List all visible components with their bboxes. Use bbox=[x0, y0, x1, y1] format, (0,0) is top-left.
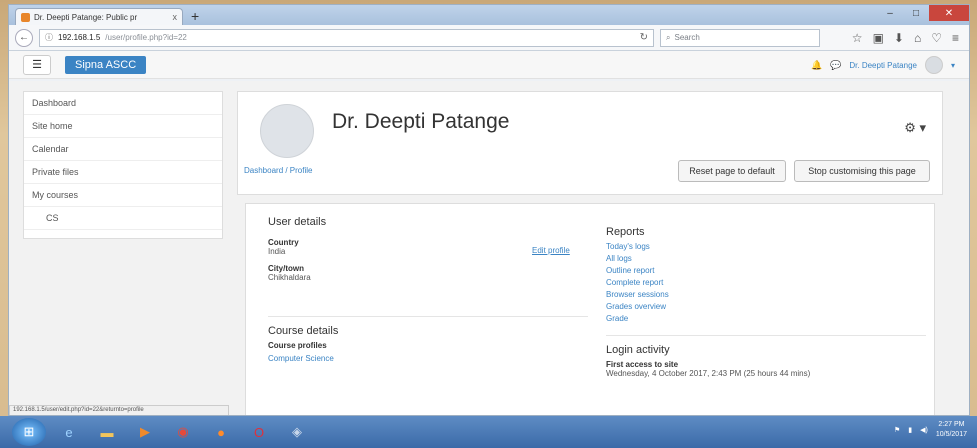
tab-profile[interactable]: Dr. Deepti Patange: Public pr x bbox=[15, 8, 183, 25]
report-link[interactable]: Today's logs bbox=[606, 242, 926, 251]
sidebar-item-calendar[interactable]: Calendar bbox=[24, 138, 222, 161]
tab-title: Dr. Deepti Patange: Public pr bbox=[34, 12, 138, 22]
taskbar: ⊞ e ▬ ▶ ◉ ● O ◈ ⚑ ▮ ◀) 2:27 PM 10/5/2017 bbox=[0, 416, 977, 448]
profile-picture bbox=[260, 104, 314, 158]
user-name[interactable]: Dr. Deepti Patange bbox=[849, 61, 917, 70]
media-player-icon[interactable]: ▶ bbox=[130, 420, 160, 444]
tab-close-icon[interactable]: x bbox=[173, 12, 178, 22]
firefox-icon[interactable]: ● bbox=[206, 420, 236, 444]
reports-title: Reports bbox=[606, 226, 645, 238]
download-icon[interactable]: ⬇ bbox=[894, 31, 904, 45]
volume-icon[interactable]: ◀) bbox=[920, 426, 928, 434]
tab-strip: Dr. Deepti Patange: Public pr x + – □ ✕ bbox=[9, 5, 969, 25]
divider bbox=[268, 316, 588, 317]
network-icon[interactable]: ▮ bbox=[908, 426, 912, 434]
page-title: Dr. Deepti Patange bbox=[332, 110, 510, 133]
report-link[interactable]: Grades overview bbox=[606, 302, 926, 311]
breadcrumb[interactable]: Dashboard / Profile bbox=[244, 166, 312, 175]
user-menu[interactable]: 🔔 💬 Dr. Deepti Patange ▾ bbox=[811, 56, 955, 74]
city-value: Chikhaldara bbox=[268, 273, 311, 282]
search-input[interactable]: ⌕ Search bbox=[660, 28, 820, 47]
user-details-title: User details bbox=[268, 216, 327, 228]
library-icon[interactable]: ▣ bbox=[873, 31, 884, 45]
flag-icon[interactable]: ⚑ bbox=[894, 426, 900, 434]
page-content: Dashboard Site home Calendar Private fil… bbox=[9, 81, 969, 415]
sidebar-item-private-files[interactable]: Private files bbox=[24, 161, 222, 184]
gear-icon[interactable]: ⚙ ▾ bbox=[904, 120, 926, 136]
search-placeholder: Search bbox=[674, 33, 700, 42]
notification-bell-icon[interactable]: 🔔 bbox=[811, 60, 822, 71]
avatar[interactable] bbox=[924, 56, 943, 74]
report-link[interactable]: Outline report bbox=[606, 266, 926, 275]
app-icon[interactable]: ◈ bbox=[282, 420, 312, 444]
sidebar-item-my-courses[interactable]: My courses bbox=[24, 184, 222, 207]
chevron-down-icon[interactable]: ▾ bbox=[951, 61, 955, 70]
site-header: ☰ Sipna ASCC 🔔 💬 Dr. Deepti Patange ▾ bbox=[9, 51, 969, 79]
minimize-icon[interactable]: – bbox=[877, 5, 903, 21]
sidebar-item-cs[interactable]: CS bbox=[24, 207, 222, 230]
nav-drawer-button[interactable]: ☰ bbox=[23, 54, 51, 75]
toolbar-icons: ☆ ▣ ⬇ ⌂ ♡ ≡ bbox=[852, 31, 963, 45]
nav-bar: ← ⓘ 192.168.1.5/user/profile.php?id=22 ↻… bbox=[9, 25, 969, 51]
search-icon: ⌕ bbox=[666, 32, 671, 42]
system-tray: ⚑ ▮ ◀) 2:27 PM 10/5/2017 bbox=[894, 420, 967, 440]
city-label: City/town bbox=[268, 264, 304, 273]
url-host: 192.168.1.5 bbox=[58, 33, 101, 42]
home-icon[interactable]: ⌂ bbox=[914, 31, 921, 45]
close-window-icon[interactable]: ✕ bbox=[929, 5, 969, 21]
ie-icon[interactable]: e bbox=[54, 420, 84, 444]
reset-page-button[interactable]: Reset page to default bbox=[678, 160, 786, 182]
maximize-icon[interactable]: □ bbox=[903, 5, 929, 21]
site-brand[interactable]: Sipna ASCC bbox=[65, 55, 147, 74]
chrome-icon[interactable]: ◉ bbox=[168, 420, 198, 444]
new-tab-button[interactable]: + bbox=[191, 8, 199, 25]
course-profiles-label: Course profiles bbox=[268, 341, 327, 350]
moodle-favicon-icon bbox=[21, 12, 30, 22]
clock-date: 10/5/2017 bbox=[935, 431, 967, 438]
browser-window: Dr. Deepti Patange: Public pr x + – □ ✕ … bbox=[8, 4, 970, 416]
status-bar: 192.168.1.5/user/edit.php?id=22&returnto… bbox=[9, 405, 229, 415]
edit-profile-link[interactable]: Edit profile bbox=[532, 246, 570, 255]
report-link[interactable]: Complete report bbox=[606, 278, 926, 287]
report-link[interactable]: Grade bbox=[606, 314, 926, 323]
reports-column: Reports Today's logs All logs Outline re… bbox=[606, 216, 926, 386]
url-path: /user/profile.php?id=22 bbox=[105, 33, 187, 42]
login-activity-title: Login activity bbox=[606, 344, 670, 356]
course-details-title: Course details bbox=[268, 325, 339, 337]
clock[interactable]: 2:27 PM 10/5/2017 bbox=[936, 420, 967, 440]
course-link[interactable]: Computer Science bbox=[268, 354, 588, 363]
window-controls: – □ ✕ bbox=[877, 5, 969, 21]
clock-time: 2:27 PM bbox=[938, 421, 965, 428]
info-icon: ⓘ bbox=[45, 33, 53, 42]
start-button[interactable]: ⊞ bbox=[12, 418, 46, 446]
sidebar-item-site-home[interactable]: Site home bbox=[24, 115, 222, 138]
folder-icon[interactable]: ▬ bbox=[92, 420, 122, 444]
profile-panel: User details Edit profile Country India … bbox=[245, 203, 935, 415]
opera-icon[interactable]: O bbox=[244, 420, 274, 444]
reload-icon[interactable]: ↻ bbox=[640, 32, 648, 43]
profile-header: Dr. Deepti Patange ⚙ ▾ Dashboard / Profi… bbox=[237, 91, 943, 195]
user-details-column: User details Edit profile Country India … bbox=[268, 216, 588, 366]
url-bar[interactable]: ⓘ 192.168.1.5/user/profile.php?id=22 ↻ bbox=[39, 28, 654, 47]
report-link[interactable]: All logs bbox=[606, 254, 926, 263]
menu-icon[interactable]: ≡ bbox=[952, 31, 959, 45]
first-access-label: First access to site bbox=[606, 360, 679, 369]
divider bbox=[606, 335, 926, 336]
stop-customising-button[interactable]: Stop customising this page bbox=[794, 160, 930, 182]
sidebar-item-dashboard[interactable]: Dashboard bbox=[24, 92, 222, 115]
report-link[interactable]: Browser sessions bbox=[606, 290, 926, 299]
first-access-value: Wednesday, 4 October 2017, 2:43 PM (25 h… bbox=[606, 369, 811, 378]
nav-drawer: Dashboard Site home Calendar Private fil… bbox=[23, 91, 223, 239]
pocket-icon[interactable]: ♡ bbox=[931, 31, 942, 45]
messages-icon[interactable]: 💬 bbox=[830, 60, 841, 71]
bookmark-star-icon[interactable]: ☆ bbox=[852, 31, 863, 45]
back-icon[interactable]: ← bbox=[15, 28, 33, 47]
